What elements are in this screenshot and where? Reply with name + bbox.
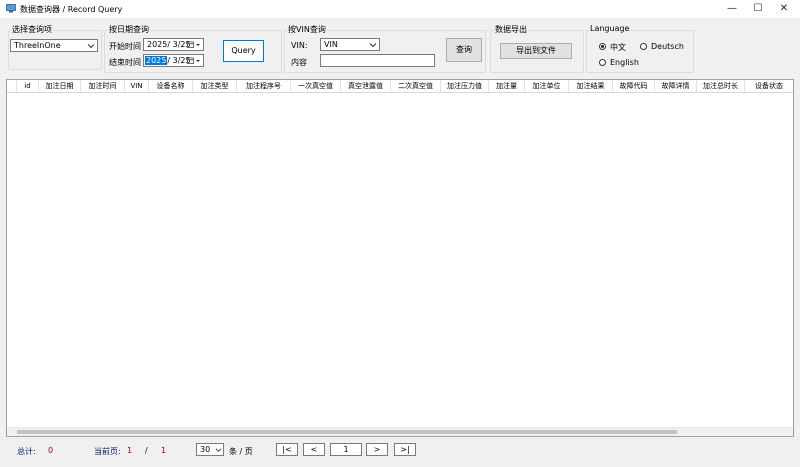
window-title: 数据查询器 / Record Query: [20, 5, 123, 14]
end-separator: /: [167, 56, 171, 65]
table-header: id 加注日期 加注时间 VIN 设备名称 加注类型 加注程序号 一次真空值 真…: [7, 80, 793, 93]
row-header-corner: [7, 80, 17, 92]
vin-field-value: VIN: [324, 40, 338, 49]
date-query-group-label: 按日期查询: [108, 24, 150, 35]
content-label: 内容: [291, 58, 307, 67]
language-radio-chinese[interactable]: [599, 43, 606, 50]
language-radio-english[interactable]: [599, 59, 606, 66]
column-header[interactable]: 故障代码: [613, 80, 655, 92]
end-date-value: 2025/ 3/25: [145, 56, 191, 65]
page-number-input[interactable]: 1: [330, 443, 362, 456]
page-size-select[interactable]: 30: [196, 443, 224, 456]
column-header[interactable]: 加注压力值: [441, 80, 489, 92]
total-pages: 1: [161, 446, 167, 455]
query-item-group-label: 选择查询项: [11, 24, 53, 35]
vin-query-group-label: 按VIN查询: [287, 24, 327, 35]
column-header[interactable]: 加注结果: [569, 80, 613, 92]
column-header[interactable]: 故障详情: [655, 80, 697, 92]
close-button[interactable]: ✕: [771, 0, 797, 18]
export-group-label: 数据导出: [494, 24, 528, 35]
language-option-deutsch: Deutsch: [651, 42, 684, 51]
start-date-value: 2025/ 3/25: [147, 40, 191, 49]
column-header[interactable]: 二次真空值: [391, 80, 441, 92]
next-page-button[interactable]: >: [366, 443, 388, 456]
start-year: 2025/: [147, 40, 171, 49]
horizontal-scrollbar[interactable]: [7, 427, 793, 436]
end-year-selected: 2025: [145, 56, 168, 65]
total-label: 总计:: [17, 447, 36, 456]
column-header[interactable]: VIN: [125, 80, 149, 92]
first-page-button[interactable]: |<: [276, 443, 298, 456]
date-query-button[interactable]: Query: [223, 40, 264, 62]
scrollbar-thumb[interactable]: [17, 430, 677, 434]
start-date-picker[interactable]: 2025/ 3/25: [143, 38, 204, 51]
current-page-number: 1: [127, 446, 133, 455]
column-header[interactable]: 设备名称: [149, 80, 193, 92]
start-time-label: 开始时间: [109, 42, 141, 51]
chevron-down-icon: [369, 43, 377, 48]
vin-label: VIN:: [291, 41, 308, 50]
app-icon: [6, 4, 16, 13]
chevron-down-icon: [196, 44, 200, 46]
vin-field-select[interactable]: VIN: [320, 38, 380, 51]
query-item-select[interactable]: ThreeInOne: [10, 39, 98, 52]
column-header[interactable]: 加注类型: [193, 80, 237, 92]
column-header[interactable]: 一次真空值: [291, 80, 341, 92]
query-item-value: ThreeInOne: [14, 41, 61, 50]
language-group: [586, 30, 694, 73]
end-date-picker[interactable]: 2025/ 3/25: [143, 54, 204, 67]
column-header[interactable]: 设备状态: [745, 80, 793, 92]
language-option-english: English: [610, 58, 639, 67]
calendar-icon: [187, 41, 194, 48]
column-header[interactable]: 加注日期: [39, 80, 81, 92]
page-size-value: 30: [200, 445, 211, 454]
current-page-label: 当前页:: [94, 447, 121, 456]
calendar-icon: [187, 57, 194, 64]
total-count: 0: [48, 446, 54, 455]
column-header[interactable]: 加注程序号: [237, 80, 291, 92]
title-bar: 数据查询器 / Record Query — ☐ ✕: [0, 0, 800, 18]
language-option-chinese: 中文: [610, 43, 626, 52]
language-group-label: Language: [589, 24, 631, 33]
chevron-down-icon: [87, 44, 95, 49]
language-radio-deutsch[interactable]: [640, 43, 647, 50]
page-separator: /: [145, 446, 148, 455]
column-header[interactable]: id: [17, 80, 39, 92]
maximize-button[interactable]: ☐: [745, 0, 771, 18]
content-input[interactable]: [320, 54, 435, 67]
last-page-button[interactable]: >|: [394, 443, 416, 456]
previous-page-button[interactable]: <: [303, 443, 325, 456]
export-to-file-button[interactable]: 导出到文件: [500, 43, 572, 59]
column-header[interactable]: 加注量: [489, 80, 525, 92]
column-header[interactable]: 加注总时长: [697, 80, 745, 92]
vin-query-button[interactable]: 查询: [446, 38, 482, 62]
column-header[interactable]: 加注时间: [81, 80, 125, 92]
column-header[interactable]: 加注单位: [525, 80, 569, 92]
end-time-label: 结束时间: [109, 58, 141, 67]
records-table[interactable]: id 加注日期 加注时间 VIN 设备名称 加注类型 加注程序号 一次真空值 真…: [6, 79, 794, 437]
chevron-down-icon: [215, 448, 222, 452]
minimize-button[interactable]: —: [719, 0, 745, 18]
chevron-down-icon: [196, 60, 200, 62]
page-size-unit: 条 / 页: [229, 447, 253, 456]
column-header[interactable]: 真空泄露值: [341, 80, 391, 92]
